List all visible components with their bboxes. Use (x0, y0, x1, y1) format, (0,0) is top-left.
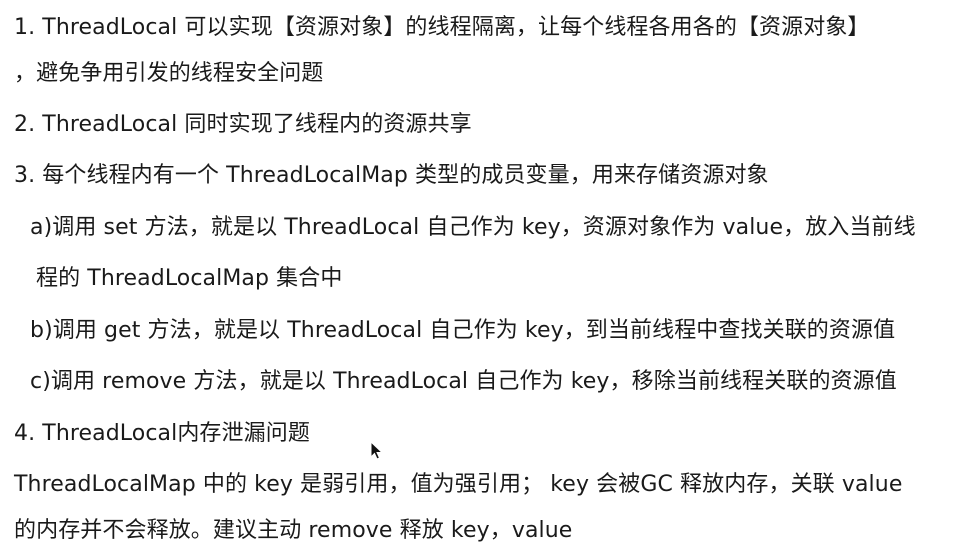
point-1-line-2: ，避免争用引发的线程安全问题 (14, 61, 324, 86)
point-2: 2. ThreadLocal 同时实现了线程内的资源共享 (14, 112, 472, 137)
point-1-line-1: 1. ThreadLocal 可以实现【资源对象】的线程隔离，让每个线程各用各的… (14, 15, 870, 40)
point-4: 4. ThreadLocal内存泄漏问题 (14, 421, 310, 446)
point-4-detail-line-2: 的内存并不会释放。建议主动 remove 释放 key，value (14, 518, 573, 543)
point-3b: b)调用 get 方法，就是以 ThreadLocal 自己作为 key，到当前… (30, 318, 896, 343)
point-3c: c)调用 remove 方法，就是以 ThreadLocal 自己作为 key，… (30, 369, 897, 394)
point-3a-line-2: 程的 ThreadLocalMap 集合中 (36, 266, 343, 291)
point-3a-line-1: a)调用 set 方法，就是以 ThreadLocal 自己作为 key，资源对… (30, 215, 916, 240)
point-4-detail-line-1: ThreadLocalMap 中的 key 是弱引用，值为强引用； key 会被… (14, 472, 903, 497)
point-3: 3. 每个线程内有一个 ThreadLocalMap 类型的成员变量，用来存储资… (14, 163, 769, 188)
slide-content: 1. ThreadLocal 可以实现【资源对象】的线程隔离，让每个线程各用各的… (0, 0, 970, 545)
mouse-pointer-icon (370, 441, 384, 460)
